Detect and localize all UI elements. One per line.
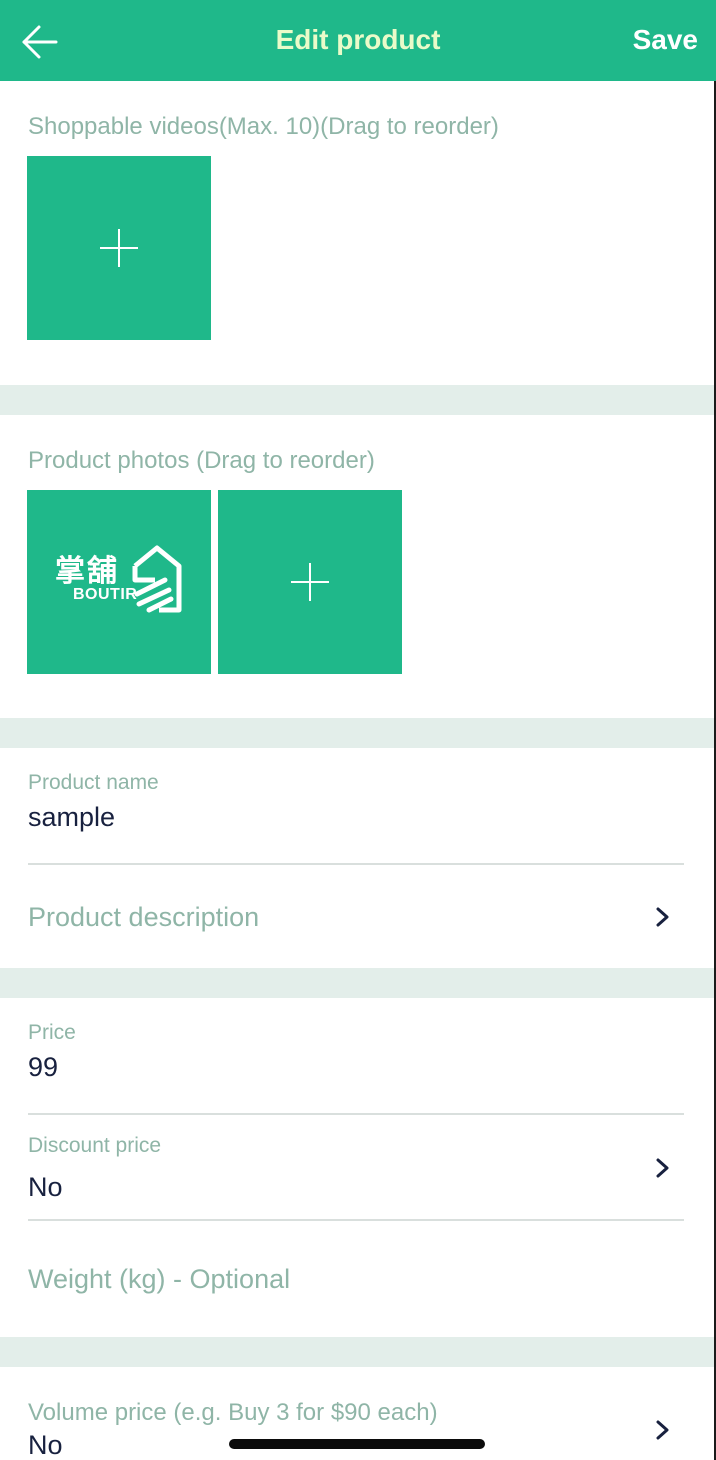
house-logo-icon [132, 545, 182, 613]
chevron-right-icon [656, 1158, 669, 1178]
home-indicator[interactable] [229, 1439, 485, 1449]
chevron-right-icon [656, 907, 669, 927]
save-button[interactable]: Save [633, 24, 698, 56]
top-app-bar: Edit product Save [0, 0, 716, 81]
row-separator [28, 863, 684, 865]
volume-price-value: No [28, 1430, 63, 1460]
product-description-label: Product description [28, 902, 260, 932]
volume-price-label: Volume price (e.g. Buy 3 for $90 each) [28, 1399, 438, 1426]
price-value[interactable]: 99 [28, 1052, 58, 1083]
section-divider [0, 385, 716, 415]
photos-section-label: Product photos (Drag to reorder) [28, 447, 375, 474]
section-divider [0, 968, 716, 998]
product-name-value[interactable]: sample [28, 802, 115, 833]
discount-price-value: No [28, 1172, 63, 1202]
weight-input[interactable]: Weight (kg) - Optional [28, 1264, 290, 1295]
section-divider [0, 1337, 716, 1367]
section-divider [0, 718, 716, 748]
discount-price-label: Discount price [28, 1134, 162, 1157]
price-label: Price [28, 1021, 76, 1044]
plus-icon [291, 563, 329, 601]
page-title: Edit product [275, 24, 441, 55]
boutir-logo: 掌舖 BOUTIR [55, 542, 183, 622]
add-video-button[interactable] [27, 156, 211, 340]
product-photo-thumbnail[interactable]: 掌舖 BOUTIR [27, 490, 211, 674]
videos-section-label: Shoppable videos(Max. 10)(Drag to reorde… [28, 113, 499, 140]
row-separator [28, 1219, 684, 1221]
add-photo-button[interactable] [218, 490, 402, 674]
product-name-label: Product name [28, 771, 159, 794]
logo-chinese-text: 掌舖 [55, 554, 119, 589]
plus-icon [100, 229, 138, 267]
chevron-right-icon [656, 1420, 669, 1440]
row-separator [28, 1113, 684, 1115]
logo-english-text: BOUTIR [73, 586, 138, 603]
